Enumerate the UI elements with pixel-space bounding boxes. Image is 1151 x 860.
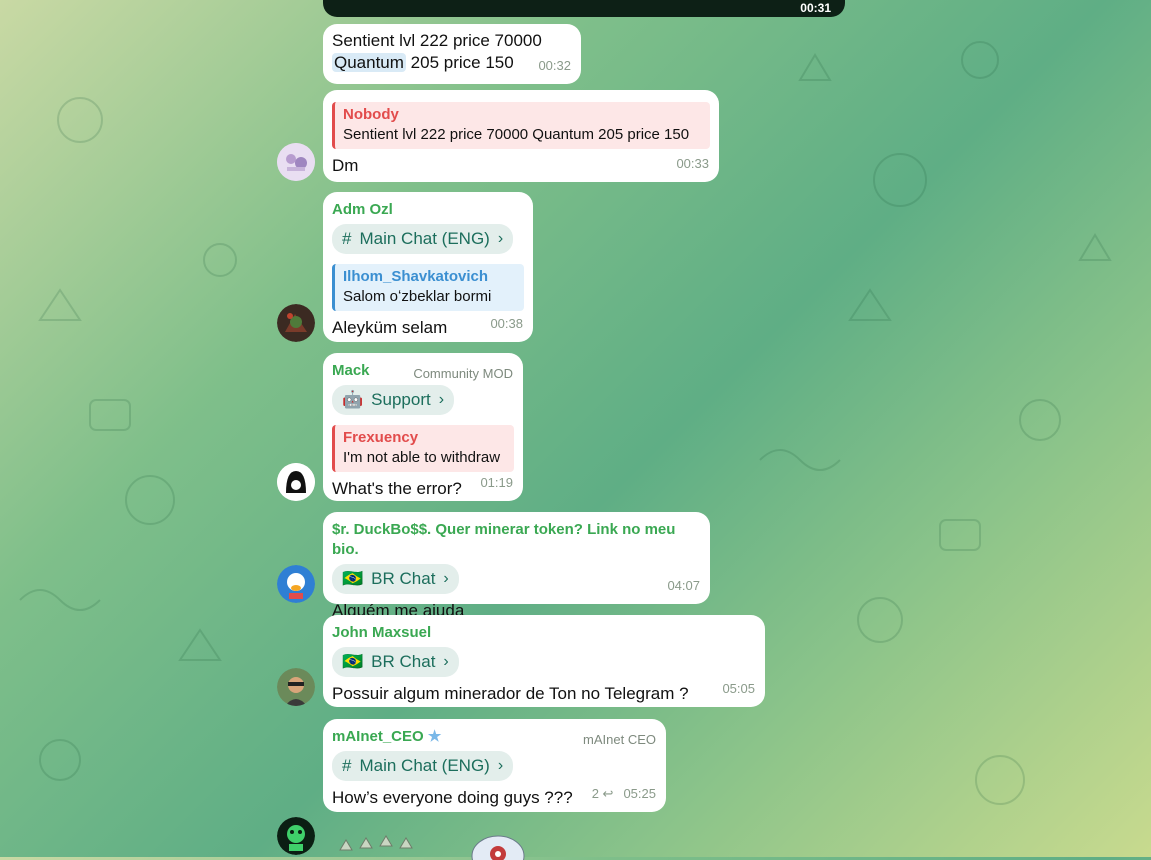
avatar[interactable] [277, 565, 315, 603]
role-badge: mAInet CEO [583, 732, 656, 747]
message-time: 05:25 [623, 786, 656, 801]
topic-name: Support [371, 390, 431, 409]
role-badge: Community MOD [413, 366, 513, 381]
avatar[interactable] [277, 304, 315, 342]
video-message-bottom[interactable]: 00:31 [323, 0, 845, 17]
message-text: Possuir algum minerador de Ton no Telegr… [332, 684, 689, 703]
reply-sender: Ilhom_Shavkatovich [343, 268, 489, 285]
avatar[interactable] [277, 668, 315, 706]
topic-name: Main Chat (ENG) [359, 229, 490, 248]
reply-sender: Nobody [343, 106, 399, 123]
replies-count[interactable]: 2 ↩ [592, 786, 614, 801]
sender-name[interactable]: $r. DuckBo$$. Quer minerar token? Link n… [332, 520, 701, 560]
message-bubble[interactable]: Adm Ozl # Main Chat (ENG) › Ilhom_Shavka… [323, 192, 533, 342]
message-time: 00:33 [676, 156, 709, 171]
topic-button[interactable]: # Main Chat (ENG) › [332, 224, 514, 254]
media-time: 00:31 [800, 1, 831, 15]
message-meta: 2 ↩ 05:25 [592, 783, 656, 805]
chevron-right-icon: › [443, 653, 449, 670]
sticker-preview[interactable] [330, 830, 530, 860]
message-time: 00:38 [490, 316, 523, 331]
hash-icon: # [342, 756, 352, 775]
reply-text: Salom oʻzbeklar bormi [343, 288, 492, 305]
reply-quote[interactable]: Ilhom_Shavkatovich Salom oʻzbeklar bormi [332, 264, 524, 311]
robot-icon: 🤖 [342, 390, 364, 409]
avatar[interactable] [277, 143, 315, 181]
reply-sender: Frexuency [343, 429, 419, 446]
reply-arrow-icon: ↩ [602, 786, 614, 801]
message-bubble[interactable]: $r. DuckBo$$. Quer minerar token? Link n… [323, 512, 710, 620]
topic-button[interactable]: # Main Chat (ENG) › [332, 751, 514, 781]
message-bubble[interactable]: Sentient lvl 222 price 70000 Quantum 205… [323, 24, 581, 84]
topic-button[interactable]: 🤖 Support › [332, 385, 455, 415]
sender-name[interactable]: Adm Ozl [332, 200, 524, 220]
message-text: Sentient lvl 222 price 70000 Quantum 205… [332, 31, 542, 72]
chevron-right-icon: › [497, 230, 504, 247]
message-text: Dm [332, 156, 359, 175]
reply-quote[interactable]: Nobody Sentient lvl 222 price 70000 Quan… [332, 102, 710, 149]
topic-name: BR Chat [371, 569, 436, 588]
message-bubble[interactable]: mAInet_CEO ★ mAInet CEO # Main Chat (ENG… [323, 719, 666, 812]
message-time: 05:05 [722, 681, 755, 696]
chevron-right-icon: › [443, 570, 449, 587]
message-time: 00:32 [538, 58, 571, 73]
brazil-flag-icon: 🇧🇷 [342, 569, 364, 588]
chevron-right-icon: › [438, 391, 445, 408]
chevron-right-icon: › [497, 757, 504, 774]
hash-icon: # [342, 229, 352, 248]
message-time: 04:07 [667, 578, 700, 593]
topic-name: BR Chat [371, 652, 436, 671]
brazil-flag-icon: 🇧🇷 [342, 652, 364, 671]
message-bubble[interactable]: Mack Community MOD 🤖 Support › Frexuency… [323, 353, 523, 501]
topic-button[interactable]: 🇧🇷 BR Chat › [332, 564, 459, 594]
star-badge-icon: ★ [427, 728, 442, 745]
reply-text: I'm not able to withdraw [343, 449, 501, 466]
sender-name[interactable]: John Maxsuel [332, 623, 756, 643]
reply-quote[interactable]: Frexuency I'm not able to withdraw [332, 425, 514, 472]
topic-button[interactable]: 🇧🇷 BR Chat › [332, 647, 459, 677]
message-bubble[interactable]: Nobody Sentient lvl 222 price 70000 Quan… [323, 90, 719, 182]
avatar[interactable] [277, 817, 315, 855]
reply-text: Sentient lvl 222 price 70000 Quantum 205… [343, 126, 690, 143]
avatar[interactable] [277, 463, 315, 501]
highlighted-word[interactable]: Quantum [332, 53, 406, 72]
topic-name: Main Chat (ENG) [359, 756, 490, 775]
message-bubble[interactable]: John Maxsuel 🇧🇷 BR Chat › Possuir algum … [323, 615, 765, 707]
message-time: 01:19 [480, 475, 513, 490]
